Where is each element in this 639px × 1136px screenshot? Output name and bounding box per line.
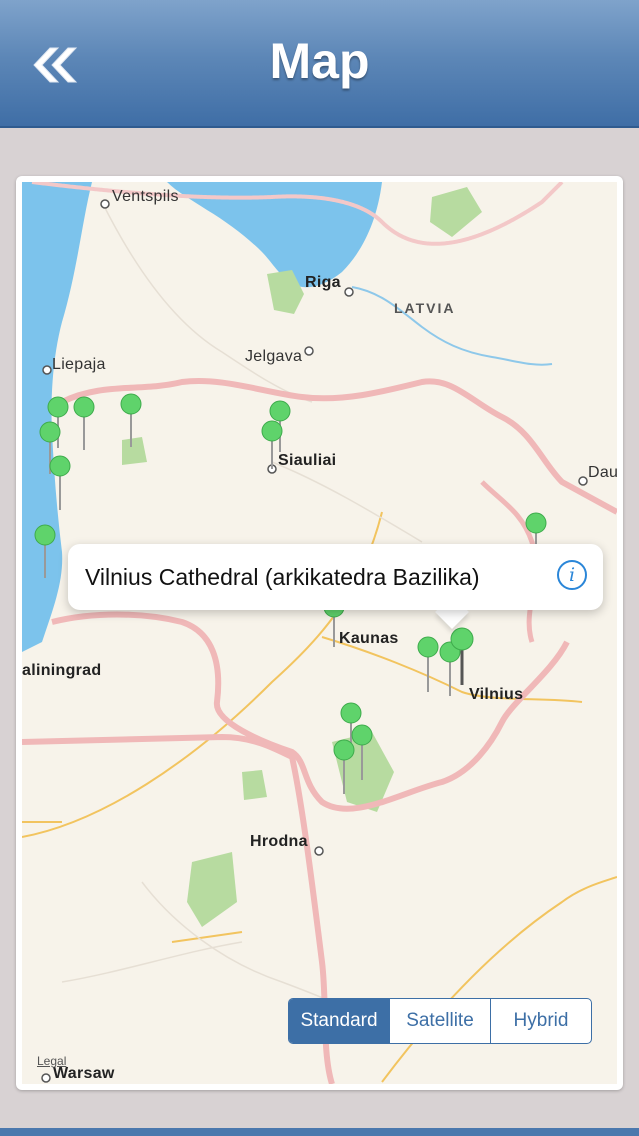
page-title: Map <box>269 33 370 89</box>
city-label-siauliai: Siauliai <box>278 452 337 469</box>
city-label-liepaja: Liepaja <box>52 356 106 373</box>
callout-title: Vilnius Cathedral (arkikatedra Bazilika) <box>85 564 480 590</box>
river <box>351 286 553 366</box>
map-type-segmented-control[interactable]: Standard Satellite Hybrid <box>288 998 592 1044</box>
park <box>430 187 482 237</box>
city-dot <box>304 346 314 356</box>
highway <box>171 931 243 943</box>
city-label-ventspils: Ventspils <box>112 188 179 205</box>
country-label-latvia: LATVIA <box>394 300 456 316</box>
road <box>271 461 423 543</box>
segment-standard[interactable]: Standard <box>289 999 389 1043</box>
border <box>51 611 570 812</box>
city-dot <box>578 476 588 486</box>
segment-hybrid[interactable]: Hybrid <box>490 999 591 1043</box>
map-pin <box>73 396 95 450</box>
map-pin <box>417 636 439 692</box>
map-view[interactable]: Ventspils Riga LATVIA Liepaja Jelgava Si… <box>22 182 617 1084</box>
city-label-kaunas: Kaunas <box>339 630 399 647</box>
map-pin <box>439 641 461 696</box>
city-dot <box>100 199 110 209</box>
city-label-dau: Dau <box>588 464 617 481</box>
city-label-kaliningrad: aliningrad <box>22 662 102 679</box>
city-label-riga: Riga <box>305 274 341 291</box>
segment-satellite[interactable]: Satellite <box>389 999 490 1043</box>
city-dot <box>42 365 52 375</box>
city-label-hrodna: Hrodna <box>250 833 308 850</box>
highway <box>381 876 617 1083</box>
info-icon[interactable]: i <box>557 560 587 590</box>
park <box>242 770 267 800</box>
city-dot <box>344 287 354 297</box>
border <box>60 378 617 515</box>
annotation-callout[interactable]: Vilnius Cathedral (arkikatedra Bazilika)… <box>68 544 603 610</box>
bottom-bar <box>0 1128 639 1136</box>
city-dot <box>314 846 324 856</box>
city-dot <box>41 1073 51 1083</box>
road <box>61 941 243 983</box>
legal-link[interactable]: Legal <box>37 1054 66 1068</box>
nav-bar: Map <box>0 0 639 128</box>
park <box>187 852 237 927</box>
border <box>22 733 335 1084</box>
park <box>122 437 147 465</box>
city-label-jelgava: Jelgava <box>245 348 303 365</box>
city-label-vilnius: Vilnius <box>469 686 524 703</box>
map-base <box>22 182 617 1084</box>
map-pin <box>525 512 547 547</box>
